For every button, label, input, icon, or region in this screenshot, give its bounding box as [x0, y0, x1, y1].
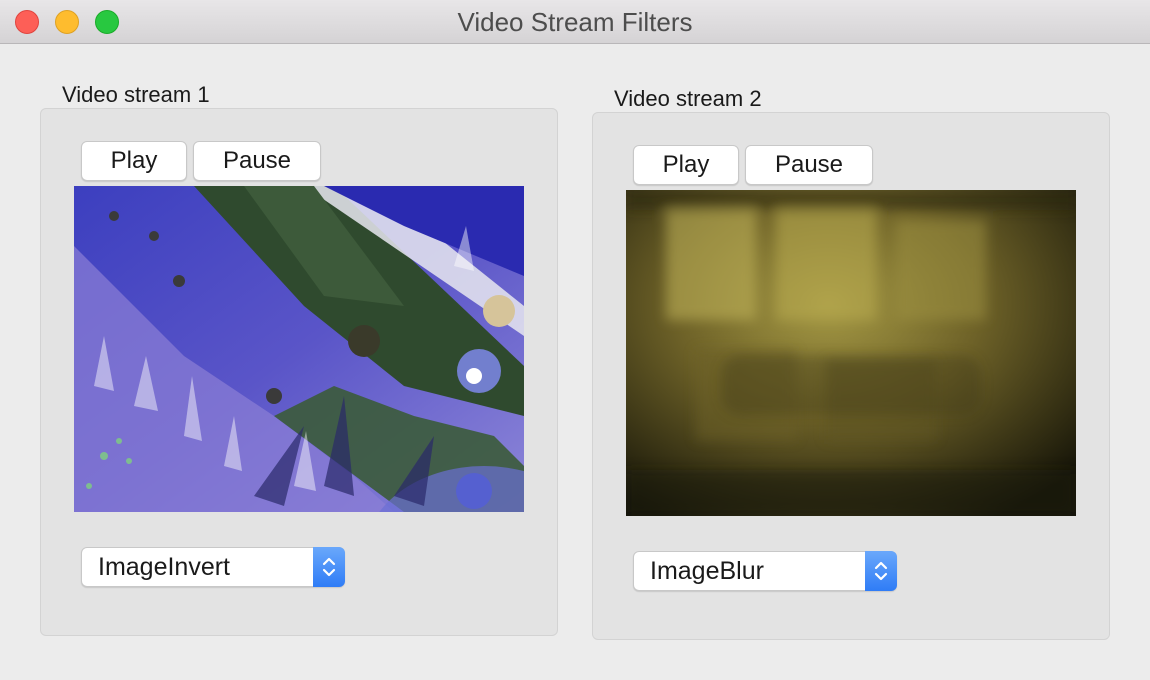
- select-stepper-icon: [313, 547, 345, 587]
- select-stepper-icon: [865, 551, 897, 591]
- stream-2-label: Video stream 2: [614, 86, 762, 111]
- stream-1-group: Play Pause ImageInvert: [40, 108, 558, 636]
- stream-1-filter-select[interactable]: ImageInvert: [81, 547, 345, 587]
- stream-2-group: Play Pause ImageBlur: [592, 112, 1110, 640]
- stream-2-filter-value: ImageBlur: [650, 557, 764, 585]
- window-title: Video Stream Filters: [457, 7, 693, 37]
- app-window: Video Stream Filters Video stream 1 Play…: [0, 0, 1150, 680]
- stream-2-play-button[interactable]: Play: [633, 145, 739, 185]
- stream-2-filter-select[interactable]: ImageBlur: [633, 551, 897, 591]
- stream-1-play-button[interactable]: Play: [81, 141, 187, 181]
- title-bar: Video Stream Filters: [0, 0, 1150, 44]
- stream-1-video: [74, 186, 524, 512]
- stream-1-filter-value: ImageInvert: [98, 553, 231, 581]
- stream-1-pause-button[interactable]: Pause: [193, 141, 321, 181]
- stream-2-pause-button[interactable]: Pause: [745, 145, 873, 185]
- stream-2-video: [626, 190, 1076, 516]
- stream-1-label: Video stream 1: [62, 82, 210, 107]
